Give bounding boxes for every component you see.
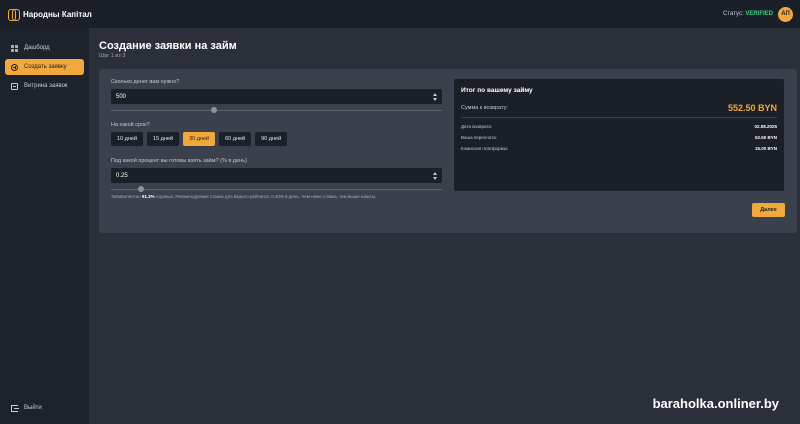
sidebar-item-showcase[interactable]: Витрина заявок bbox=[5, 78, 84, 94]
amount-slider[interactable] bbox=[111, 107, 442, 114]
main-content: Создание заявки на займ Шаг 1 из 3 Сколь… bbox=[89, 28, 800, 424]
rate-input[interactable]: 0.25 bbox=[111, 168, 442, 183]
spinner-up-icon[interactable] bbox=[432, 171, 437, 175]
sidebar-item-label: Создать заявку bbox=[24, 64, 67, 70]
rate-slider[interactable] bbox=[111, 186, 442, 193]
brand-name: Народны Капітал bbox=[23, 9, 92, 19]
row-value: 02.08.2025 bbox=[754, 124, 777, 129]
logout-icon bbox=[11, 404, 19, 412]
row-label: Комиссия платформы: bbox=[461, 146, 509, 151]
sidebar-item-dashboard[interactable]: Дашборд bbox=[5, 40, 84, 56]
row-value: 52.50 BYN bbox=[754, 135, 777, 140]
slider-thumb[interactable] bbox=[137, 186, 144, 192]
hint-suffix: годовых. Рекомендуемая ставка для вашего… bbox=[154, 194, 377, 199]
rate-value: 0.25 bbox=[116, 172, 128, 179]
plus-circle-icon bbox=[11, 63, 18, 71]
hint-prefix: Эквивалентно bbox=[111, 194, 142, 199]
total-label: Сумма к возврату: bbox=[461, 105, 508, 111]
term-options: 10 дней 15 дней 30 дней 60 дней 90 дней bbox=[111, 132, 442, 146]
avatar[interactable]: АП bbox=[778, 6, 793, 22]
loan-summary: Итог по вашему займу Сумма к возврату: 5… bbox=[454, 79, 784, 191]
amount-label: Сколько денег вам нужно? bbox=[111, 79, 180, 85]
term-option-60[interactable]: 60 дней bbox=[219, 132, 252, 146]
amount-spinner[interactable] bbox=[432, 92, 437, 101]
rate-label: Под какой процент вы готовы взять займ? … bbox=[111, 158, 247, 164]
top-bar: Народны Капітал Статус: VERIFIED АП bbox=[0, 0, 800, 28]
row-label: Ваша переплата: bbox=[461, 135, 498, 140]
total-amount: 552.50 BYN bbox=[727, 103, 777, 113]
next-button[interactable]: Далее bbox=[752, 203, 785, 217]
loan-form: Сколько денег вам нужно? 500 На какой ср… bbox=[111, 79, 442, 199]
verification-status: Статус: VERIFIED bbox=[723, 11, 773, 17]
summary-row-return-date: Дата возврата: 02.08.2025 bbox=[461, 124, 777, 129]
amount-value: 500 bbox=[116, 93, 127, 100]
hint-annual-rate: 91.3% bbox=[141, 194, 155, 199]
sidebar: Дашборд Создать заявку Витрина заявок Вы… bbox=[0, 28, 89, 424]
term-option-90[interactable]: 90 дней bbox=[255, 132, 288, 146]
status-label: Статус: bbox=[723, 11, 744, 17]
sidebar-item-label: Витрина заявок bbox=[24, 83, 68, 89]
spinner-down-icon[interactable] bbox=[432, 97, 437, 101]
summary-row-overpayment: Ваша переплата: 52.50 BYN bbox=[461, 135, 777, 140]
spinner-up-icon[interactable] bbox=[432, 92, 437, 96]
slider-track bbox=[111, 110, 442, 111]
brand[interactable]: Народны Капітал bbox=[8, 9, 92, 21]
sidebar-item-label: Дашборд bbox=[24, 45, 50, 51]
watermark: baraholka.onliner.by bbox=[652, 396, 779, 411]
term-label: На какой срок? bbox=[111, 122, 150, 128]
rate-spinner[interactable] bbox=[432, 171, 437, 180]
loan-form-card: Сколько денег вам нужно? 500 На какой ср… bbox=[99, 69, 797, 233]
term-option-30[interactable]: 30 дней bbox=[183, 132, 216, 146]
slider-track bbox=[111, 189, 442, 190]
row-label: Дата возврата: bbox=[461, 124, 493, 129]
spinner-down-icon[interactable] bbox=[432, 176, 437, 180]
term-option-15[interactable]: 15 дней bbox=[147, 132, 180, 146]
sidebar-item-create-request[interactable]: Создать заявку bbox=[5, 59, 84, 75]
status-badge: VERIFIED bbox=[745, 11, 773, 17]
row-value: 15.00 BYN bbox=[754, 146, 777, 151]
slider-thumb[interactable] bbox=[210, 107, 217, 113]
page-title: Создание заявки на займ bbox=[99, 40, 237, 52]
summary-title: Итог по вашему займу bbox=[461, 87, 533, 94]
storefront-icon bbox=[11, 82, 18, 90]
user-area: Статус: VERIFIED АП bbox=[723, 6, 793, 22]
logout-button[interactable]: Выйти bbox=[5, 400, 84, 416]
rate-hint: Эквивалентно 91.3% годовых. Рекомендуема… bbox=[111, 194, 442, 199]
summary-row-commission: Комиссия платформы: 15.00 BYN bbox=[461, 146, 777, 151]
step-indicator: Шаг 1 из 3 bbox=[99, 53, 126, 59]
brand-logo-icon bbox=[8, 9, 20, 21]
summary-total: Сумма к возврату: 552.50 BYN bbox=[461, 103, 777, 118]
amount-input[interactable]: 500 bbox=[111, 89, 442, 104]
grid-icon bbox=[11, 44, 18, 52]
logout-label: Выйти bbox=[24, 405, 42, 411]
term-option-10[interactable]: 10 дней bbox=[111, 132, 144, 146]
